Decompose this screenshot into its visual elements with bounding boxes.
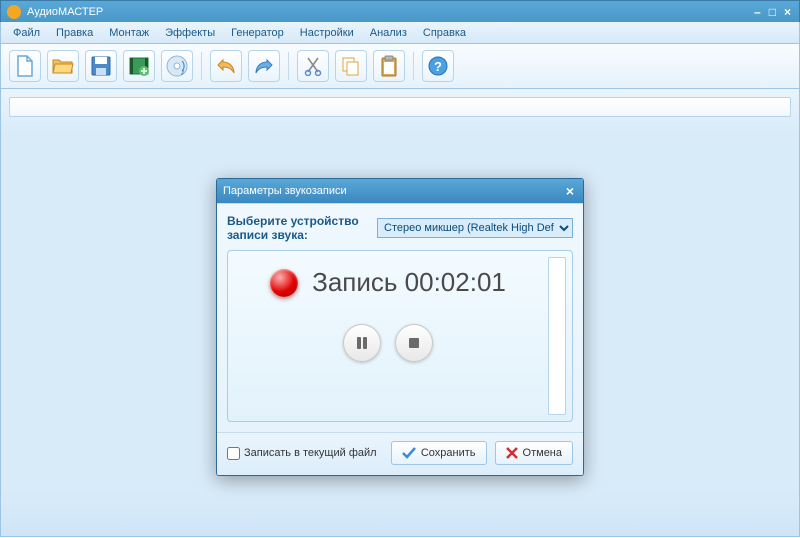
- dialog-titlebar: Параметры звукозаписи ×: [217, 179, 583, 203]
- save-dialog-button[interactable]: Сохранить: [391, 441, 487, 465]
- svg-text:♪: ♪: [180, 67, 185, 77]
- help-button[interactable]: ?: [422, 50, 454, 82]
- toolbar-separator: [288, 52, 289, 80]
- cd-button[interactable]: ♪: [161, 50, 193, 82]
- menu-analysis[interactable]: Анализ: [362, 25, 415, 41]
- paste-button[interactable]: [373, 50, 405, 82]
- new-file-button[interactable]: [9, 50, 41, 82]
- cross-icon: [506, 447, 518, 459]
- track-strip[interactable]: [9, 97, 791, 117]
- recording-dialog: Параметры звукозаписи × Выберите устройс…: [216, 178, 584, 476]
- undo-icon: [216, 57, 236, 75]
- close-button[interactable]: ×: [782, 5, 793, 19]
- device-select[interactable]: Стерео микшер (Realtek High Def: [377, 218, 573, 238]
- device-label: Выберите устройство записи звука:: [227, 214, 371, 242]
- level-meter: [548, 257, 566, 415]
- pause-button[interactable]: [343, 324, 381, 362]
- help-icon: ?: [428, 56, 448, 76]
- maximize-button[interactable]: □: [767, 5, 778, 19]
- save-button[interactable]: [85, 50, 117, 82]
- undo-button[interactable]: [210, 50, 242, 82]
- menu-settings[interactable]: Настройки: [292, 25, 362, 41]
- write-to-current-checkbox-input[interactable]: [227, 447, 240, 460]
- menu-file[interactable]: Файл: [5, 25, 48, 41]
- stop-button[interactable]: [395, 324, 433, 362]
- cut-button[interactable]: [297, 50, 329, 82]
- add-video-icon: [129, 56, 149, 76]
- add-video-button[interactable]: [123, 50, 155, 82]
- copy-icon: [341, 56, 361, 76]
- app-logo-icon: [7, 5, 21, 19]
- check-icon: [402, 447, 416, 459]
- menu-help[interactable]: Справка: [415, 25, 474, 41]
- save-icon: [91, 56, 111, 76]
- cut-icon: [304, 56, 322, 76]
- toolbar-area: ♪ ?: [0, 44, 800, 89]
- menu-effects[interactable]: Эффекты: [157, 25, 223, 41]
- cd-icon: ♪: [166, 55, 188, 77]
- paste-icon: [380, 55, 398, 77]
- open-file-icon: [52, 57, 74, 75]
- record-status-text: Запись 00:02:01: [312, 267, 506, 298]
- menu-montage[interactable]: Монтаж: [101, 25, 157, 41]
- redo-icon: [254, 57, 274, 75]
- record-indicator-icon: [270, 269, 298, 297]
- menubar: Файл Правка Монтаж Эффекты Генератор Нас…: [0, 22, 800, 44]
- redo-button[interactable]: [248, 50, 280, 82]
- new-file-icon: [15, 55, 35, 77]
- open-file-button[interactable]: [47, 50, 79, 82]
- menu-generator[interactable]: Генератор: [223, 25, 292, 41]
- pause-icon: [355, 336, 369, 350]
- checkbox-label: Записать в текущий файл: [244, 447, 377, 459]
- dialog-title-text: Параметры звукозаписи: [223, 185, 563, 197]
- record-panel: Запись 00:02:01: [227, 250, 573, 422]
- main-workspace: Параметры звукозаписи × Выберите устройс…: [0, 89, 800, 537]
- dialog-close-button[interactable]: ×: [563, 183, 577, 199]
- copy-button[interactable]: [335, 50, 367, 82]
- svg-text:?: ?: [434, 59, 442, 74]
- toolbar-separator: [201, 52, 202, 80]
- menu-edit[interactable]: Правка: [48, 25, 101, 41]
- app-title: АудиоМАСТЕР: [27, 6, 752, 18]
- titlebar: АудиоМАСТЕР – □ ×: [0, 0, 800, 22]
- toolbar-separator: [413, 52, 414, 80]
- cancel-dialog-button[interactable]: Отмена: [495, 441, 573, 465]
- write-to-current-file-checkbox[interactable]: Записать в текущий файл: [227, 447, 383, 460]
- minimize-button[interactable]: –: [752, 5, 763, 19]
- stop-icon: [407, 336, 421, 350]
